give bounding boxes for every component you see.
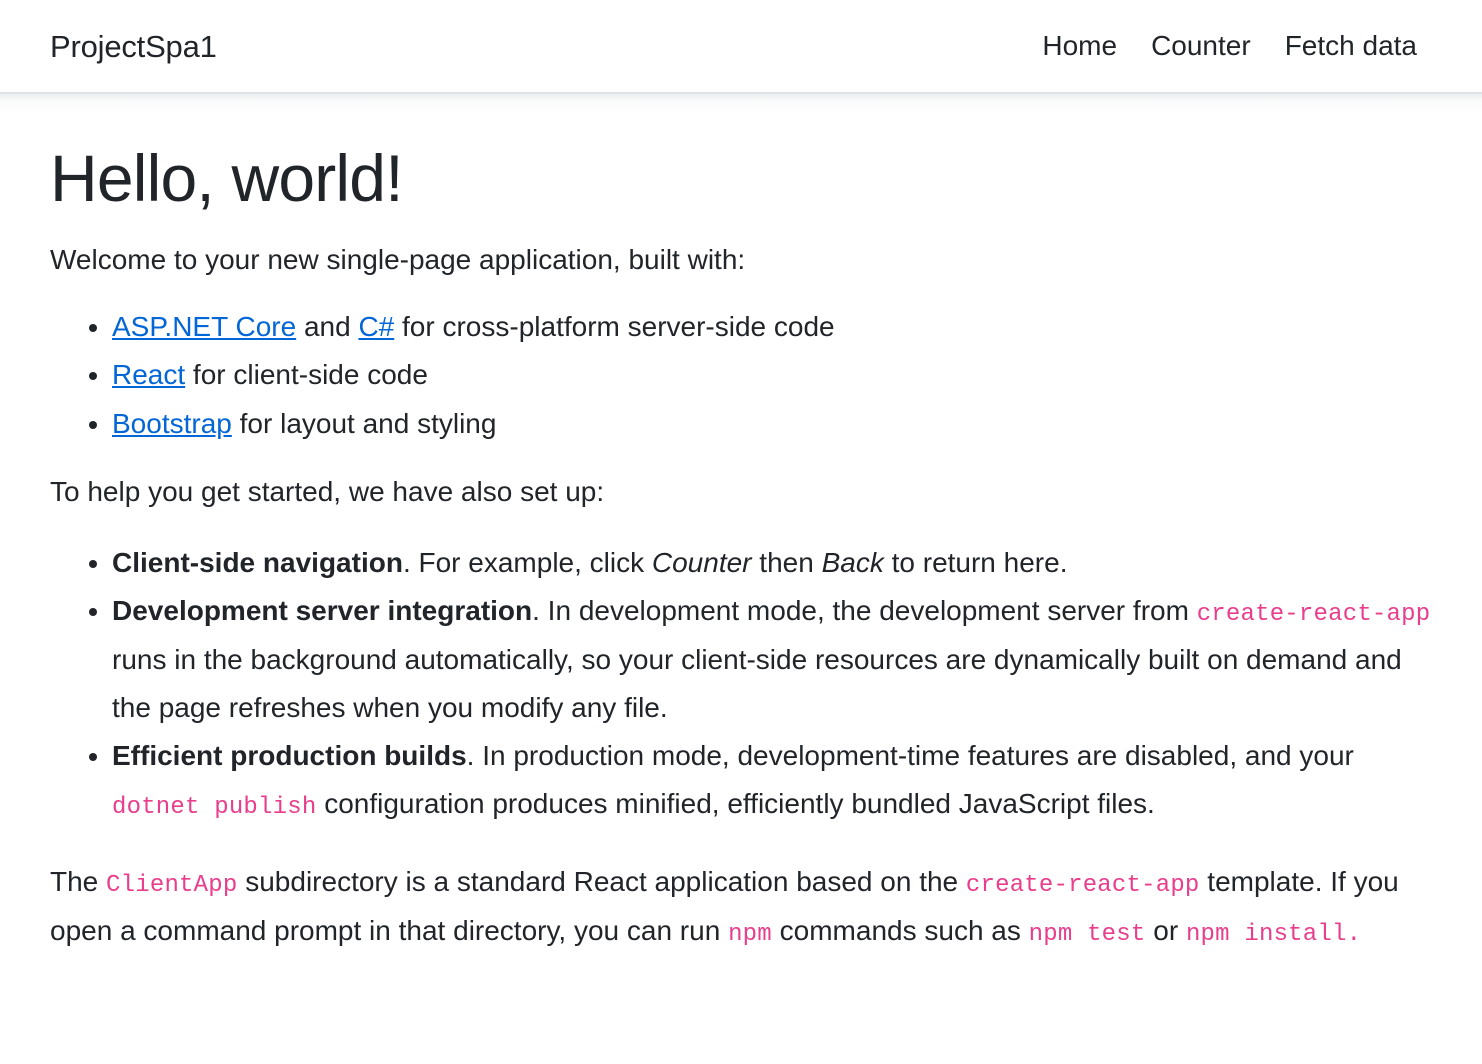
- built-with-1-tail: for cross-platform server-side code: [394, 311, 835, 343]
- page-title: Hello, world!: [50, 141, 404, 215]
- code-dotnet-publish: dotnet publish: [112, 794, 317, 822]
- built-with-2-tail: for client-side code: [185, 359, 428, 391]
- nav-item-home: Home: [1025, 24, 1134, 68]
- closing-part1: The: [50, 866, 107, 898]
- setup-1-part3: to return here.: [883, 547, 1068, 579]
- closing-part4: commands such as: [771, 914, 1029, 946]
- list-item: Efficient production builds. In producti…: [112, 732, 1432, 828]
- primary-navigation: Home Counter Fetch data: [1025, 24, 1434, 68]
- code-clientapp: ClientApp: [106, 872, 238, 900]
- intro-paragraph: Welcome to your new single-page applicat…: [50, 243, 746, 275]
- code-npm: npm: [728, 920, 772, 948]
- setup-term-development-server-integration: Development server integration: [112, 595, 533, 627]
- closing-part2: subdirectory is a standard React applica…: [237, 866, 966, 898]
- setup-term-efficient-production-builds: Efficient production builds: [112, 739, 467, 771]
- nav-item-fetch-data: Fetch data: [1268, 24, 1434, 68]
- nav-link-fetch-data[interactable]: Fetch data: [1268, 24, 1434, 68]
- navbar-brand[interactable]: ProjectSpa1: [50, 31, 217, 62]
- link-csharp[interactable]: C#: [358, 311, 394, 342]
- setup-2-part2: runs in the background automatically, so…: [112, 643, 1402, 723]
- setup-list: Client-side navigation. For example, cli…: [50, 539, 1432, 828]
- closing-period: .: [1346, 920, 1362, 948]
- built-with-3-tail: for layout and styling: [231, 407, 497, 439]
- list-item: React for client-side code: [112, 351, 1432, 399]
- code-create-react-app-2: create-react-app: [965, 872, 1200, 900]
- navbar-shadow: [0, 94, 1482, 116]
- top-navbar: ProjectSpa1 Home Counter Fetch data: [0, 0, 1482, 94]
- closing-paragraph: The ClientApp subdirectory is a standard…: [50, 858, 1432, 955]
- setup-3-part1: . In production mode, development-time f…: [466, 739, 1354, 771]
- list-item: ASP.NET Core and C# for cross-platform s…: [112, 303, 1432, 351]
- setup-term-client-side-navigation: Client-side navigation: [112, 547, 403, 579]
- setup-1-em-back: Back: [821, 547, 884, 579]
- setup-1-part1: . For example, click: [402, 547, 652, 579]
- setup-1-em-counter: Counter: [651, 547, 752, 579]
- code-create-react-app: create-react-app: [1196, 601, 1431, 629]
- link-aspnet-core[interactable]: ASP.NET Core: [112, 311, 296, 342]
- link-bootstrap[interactable]: Bootstrap: [112, 408, 232, 439]
- nav-item-counter: Counter: [1134, 24, 1268, 68]
- list-item: Client-side navigation. For example, cli…: [112, 539, 1432, 587]
- built-with-list: ASP.NET Core and C# for cross-platform s…: [50, 303, 1432, 447]
- setup-3-part2: configuration produces minified, efficie…: [316, 788, 1155, 820]
- list-item: Development server integration. In devel…: [112, 587, 1432, 732]
- nav-link-home[interactable]: Home: [1025, 24, 1134, 68]
- setup-1-part2: then: [751, 547, 822, 579]
- nav-list: Home Counter Fetch data: [1025, 24, 1434, 68]
- link-react[interactable]: React: [112, 359, 185, 390]
- code-npm-install: npm install: [1185, 920, 1347, 948]
- list-item: Bootstrap for layout and styling: [112, 400, 1432, 448]
- code-npm-test: npm test: [1028, 920, 1146, 948]
- setup-2-part1: . In development mode, the development s…: [532, 595, 1197, 627]
- built-with-1-mid: and: [296, 311, 359, 343]
- setup-intro-paragraph: To help you get started, we have also se…: [50, 475, 605, 507]
- nav-link-counter[interactable]: Counter: [1134, 24, 1268, 68]
- closing-part5: or: [1145, 914, 1186, 946]
- main-content: Hello, world! Welcome to your new single…: [0, 141, 1482, 955]
